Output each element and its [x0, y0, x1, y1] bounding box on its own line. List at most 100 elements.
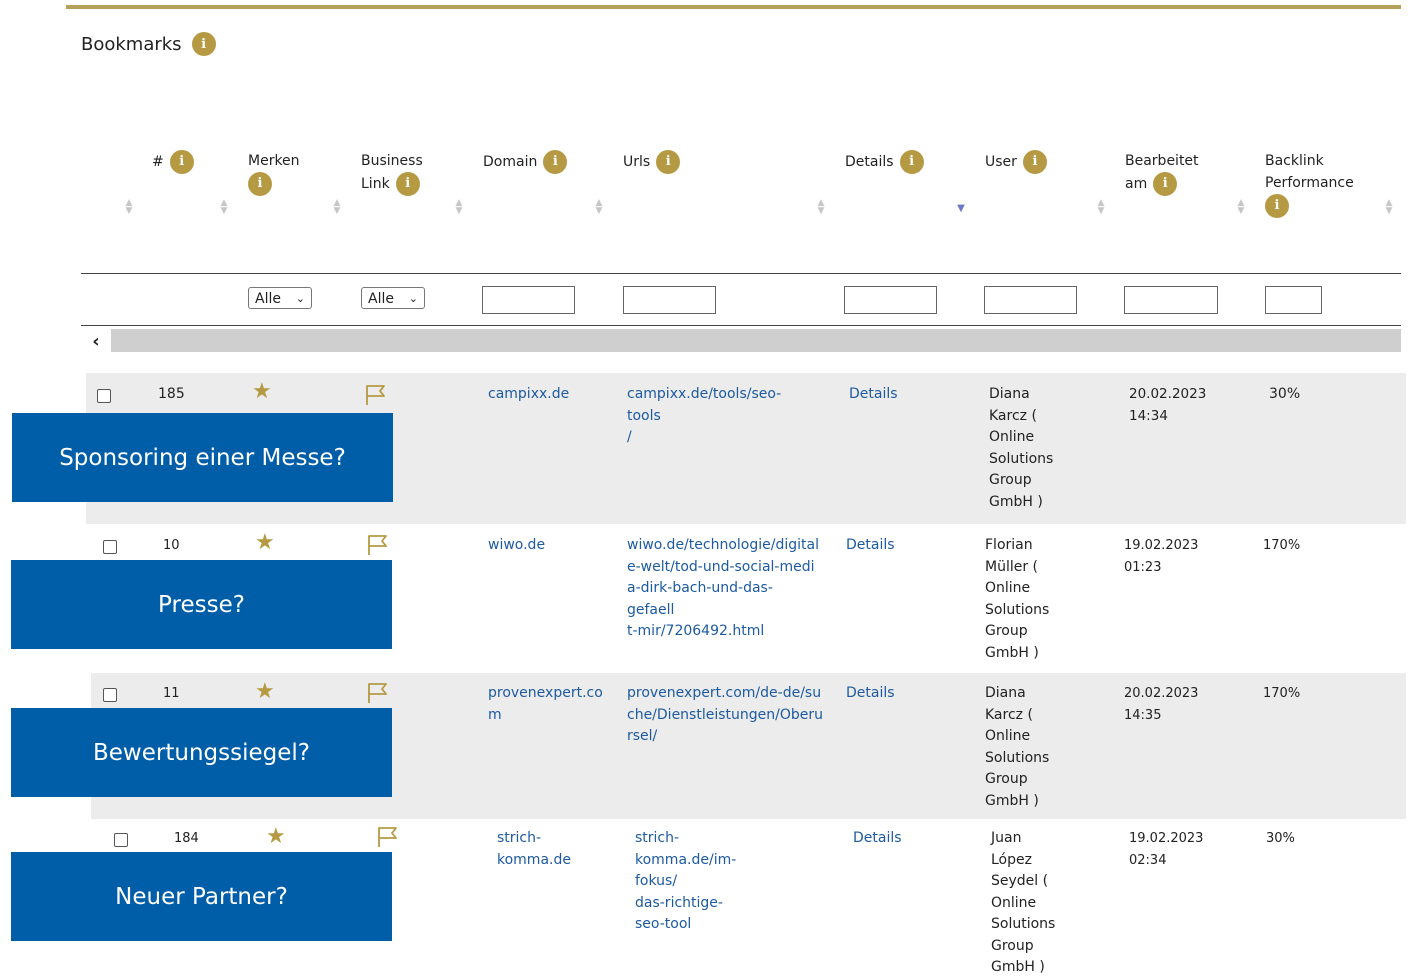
info-icon[interactable]: i	[248, 172, 272, 196]
date-cell: 19.02.2023 01:23	[1124, 538, 1199, 575]
header-urls[interactable]: Urls i	[623, 150, 681, 174]
annotation-overlay: Sponsoring einer Messe?	[12, 413, 393, 502]
header-user[interactable]: User i	[985, 150, 1047, 174]
date-cell: 20.02.2023 14:35	[1124, 686, 1199, 723]
header-business-link[interactable]: Business Link i	[361, 150, 423, 196]
domain-filter-input[interactable]	[482, 286, 575, 314]
info-icon[interactable]: i	[395, 172, 420, 196]
flag-icon[interactable]	[367, 682, 389, 704]
url-line: /	[627, 429, 632, 445]
header-label: User	[985, 154, 1017, 170]
business-link-filter-select[interactable]: Alle ⌄	[361, 287, 425, 309]
info-icon[interactable]: i	[543, 150, 568, 174]
user-line: Group GmbH )	[985, 771, 1039, 809]
url-link[interactable]: strich-komma.de/im-fokus/ das-richtige-s…	[635, 828, 736, 936]
annotation-overlay: Bewertungssiegel?	[11, 708, 392, 797]
url-link[interactable]: provenexpert.com/de-de/su che/Dienstleis…	[627, 683, 823, 748]
header-label: #	[152, 154, 164, 170]
info-icon[interactable]: i	[169, 150, 194, 174]
domain-line: m	[488, 706, 502, 723]
url-line: provenexpert.com/de-de/su	[627, 685, 822, 701]
user-cell: Diana Karcz ( Online Solutions Group Gmb…	[989, 384, 1053, 513]
details-link[interactable]: Details	[849, 384, 898, 406]
row-id: 10	[163, 538, 180, 553]
sort-icon[interactable]: ▲ ▼	[1384, 199, 1394, 216]
row-checkbox[interactable]	[114, 833, 128, 847]
url-link[interactable]: wiwo.de/technologie/digital e-welt/tod-u…	[627, 535, 819, 643]
header-label: Domain	[483, 154, 538, 170]
star-icon[interactable]: ★	[255, 681, 275, 703]
sort-icon[interactable]: ▲ ▼	[219, 199, 229, 216]
chevron-left-icon[interactable]: ‹	[81, 329, 111, 352]
user-line: Diana Karcz (	[985, 685, 1033, 723]
star-icon[interactable]: ★	[255, 532, 275, 554]
date-cell: 20.02.2023 14:34	[1129, 386, 1207, 424]
details-link[interactable]: Details	[853, 828, 902, 850]
user-line: Seydel ( Online	[991, 873, 1049, 911]
chevron-down-icon: ⌄	[408, 292, 418, 305]
top-accent-line	[66, 5, 1401, 9]
date-filter-input[interactable]	[1124, 286, 1218, 314]
header-domain[interactable]: Domain i	[483, 150, 568, 174]
sort-icon[interactable]: ▲ ▼	[454, 199, 464, 216]
row-checkbox[interactable]	[103, 688, 117, 702]
info-icon[interactable]: i	[191, 32, 216, 56]
user-line: Group GmbH )	[985, 623, 1039, 661]
sort-icon[interactable]: ▲ ▼	[1236, 199, 1246, 216]
page-title-text: Bookmarks	[81, 33, 182, 55]
details-filter-input[interactable]	[844, 286, 937, 314]
url-link[interactable]: campixx.de/tools/seo-tools /	[627, 384, 781, 449]
info-icon[interactable]: i	[656, 150, 681, 174]
header-label: Link	[361, 176, 390, 192]
info-icon[interactable]: i	[1265, 194, 1289, 218]
sort-desc-icon[interactable]: ▼	[956, 204, 966, 214]
user-line: Solutions Group	[991, 916, 1056, 954]
chevron-down-icon: ⌄	[295, 292, 305, 305]
domain-link[interactable]: campixx.de	[488, 384, 569, 406]
header-number[interactable]: # i	[152, 150, 194, 174]
sort-icon[interactable]: ▲ ▼	[124, 199, 134, 216]
url-line: a-dirk-bach-und-das-gefaell	[627, 580, 773, 618]
user-line: Diana Karcz (	[989, 386, 1037, 424]
performance-filter-input[interactable]	[1265, 286, 1322, 314]
user-line: Juan López	[991, 830, 1032, 868]
url-line: rsel/	[627, 728, 658, 744]
star-icon[interactable]: ★	[252, 381, 272, 403]
annotation-overlay: Presse?	[11, 560, 392, 649]
url-line: strich-komma.de/im-fokus/	[635, 830, 737, 889]
info-icon[interactable]: i	[899, 150, 924, 174]
info-icon[interactable]: i	[1153, 172, 1178, 196]
details-link[interactable]: Details	[846, 535, 895, 557]
url-line: che/Dienstleistungen/Oberu	[627, 706, 823, 723]
sort-icon[interactable]: ▲ ▼	[816, 199, 826, 216]
star-icon[interactable]: ★	[266, 826, 286, 848]
domain-link[interactable]: wiwo.de	[488, 535, 545, 557]
horizontal-scrollbar[interactable]: ‹	[81, 329, 1401, 352]
flag-icon[interactable]	[367, 534, 389, 556]
sort-icon[interactable]: ▲ ▼	[594, 199, 604, 216]
header-backlink-performance[interactable]: Backlink Performance i	[1265, 150, 1354, 218]
flag-icon[interactable]	[377, 826, 399, 848]
performance-cell: 30%	[1266, 831, 1295, 846]
info-icon[interactable]: i	[1022, 150, 1047, 174]
sort-icon[interactable]: ▲ ▼	[1096, 199, 1106, 216]
urls-filter-input[interactable]	[623, 286, 716, 314]
details-link[interactable]: Details	[846, 683, 895, 705]
row-id: 11	[163, 686, 180, 701]
sort-icon[interactable]: ▲ ▼	[332, 199, 342, 216]
header-label: am	[1125, 176, 1148, 192]
performance-cell: 170%	[1263, 538, 1301, 553]
flag-icon[interactable]	[365, 384, 387, 406]
header-label: Business	[361, 153, 423, 169]
user-filter-input[interactable]	[984, 286, 1077, 314]
row-checkbox[interactable]	[103, 540, 117, 554]
domain-link[interactable]: strich-komma.de	[497, 828, 571, 871]
row-checkbox[interactable]	[97, 389, 111, 403]
header-bearbeitet-am[interactable]: Bearbeitet am i	[1125, 150, 1199, 196]
domain-link[interactable]: provenexpert.co m	[488, 683, 603, 726]
header-merken[interactable]: Merken i	[248, 150, 300, 196]
header-details[interactable]: Details i	[845, 150, 924, 174]
merken-filter-select[interactable]: Alle ⌄	[248, 287, 312, 309]
domain-line: provenexpert.co	[488, 685, 603, 701]
date-cell: 19.02.2023 02:34	[1129, 831, 1204, 868]
